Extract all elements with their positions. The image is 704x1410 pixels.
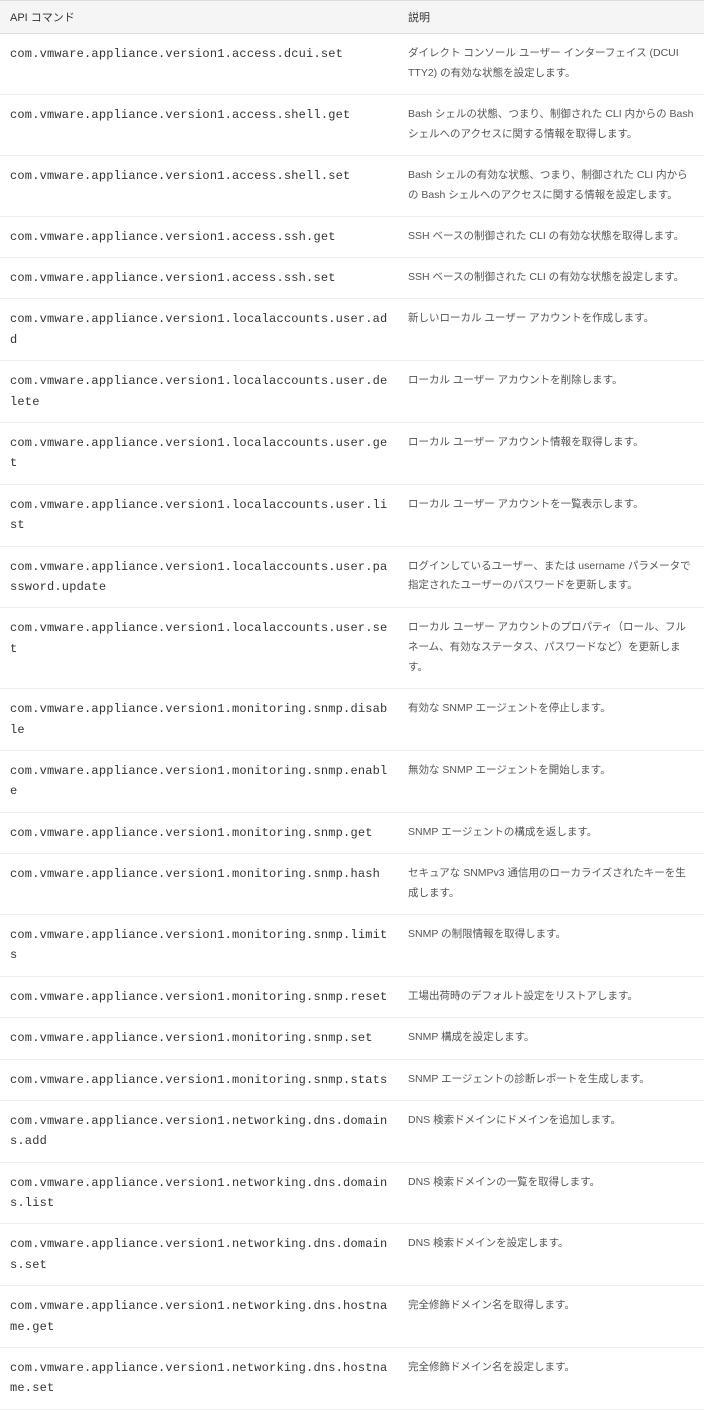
api-command-table: API コマンド 説明 com.vmware.appliance.version… (0, 0, 704, 1410)
command-cell: com.vmware.appliance.version1.monitoring… (0, 914, 398, 976)
description-cell: ローカル ユーザー アカウントを一覧表示します。 (398, 484, 704, 546)
description-cell: Bash シェルの状態、つまり、制御された CLI 内からの Bash シェルへ… (398, 94, 704, 155)
table-row: com.vmware.appliance.version1.monitoring… (0, 854, 704, 915)
command-cell: com.vmware.appliance.version1.monitoring… (0, 689, 398, 751)
command-cell: com.vmware.appliance.version1.monitoring… (0, 812, 398, 853)
command-cell: com.vmware.appliance.version1.localaccou… (0, 546, 398, 608)
description-cell: SNMP の制限情報を取得します。 (398, 914, 704, 976)
description-cell: 有効な SNMP エージェントを停止します。 (398, 689, 704, 751)
description-cell: Bash シェルの有効な状態、つまり、制御された CLI 内からの Bash シ… (398, 155, 704, 216)
table-row: com.vmware.appliance.version1.networking… (0, 1224, 704, 1286)
command-cell: com.vmware.appliance.version1.localaccou… (0, 422, 398, 484)
table-row: com.vmware.appliance.version1.access.she… (0, 94, 704, 155)
command-cell: com.vmware.appliance.version1.networking… (0, 1224, 398, 1286)
command-cell: com.vmware.appliance.version1.access.she… (0, 94, 398, 155)
description-cell: セキュアな SNMPv3 通信用のローカライズされたキーを生成します。 (398, 854, 704, 915)
description-cell: ローカル ユーザー アカウントのプロパティ（ロール、フル ネーム、有効なステータ… (398, 608, 704, 689)
table-row: com.vmware.appliance.version1.networking… (0, 1348, 704, 1410)
table-row: com.vmware.appliance.version1.localaccou… (0, 299, 704, 361)
description-cell: ダイレクト コンソール ユーザー インターフェイス (DCUI TTY2) の有… (398, 34, 704, 95)
table-row: com.vmware.appliance.version1.networking… (0, 1100, 704, 1162)
description-cell: 工場出荷時のデフォルト設定をリストアします。 (398, 976, 704, 1017)
command-cell: com.vmware.appliance.version1.networking… (0, 1162, 398, 1224)
description-cell: 新しいローカル ユーザー アカウントを作成します。 (398, 299, 704, 361)
command-cell: com.vmware.appliance.version1.localaccou… (0, 608, 398, 689)
description-cell: 完全修飾ドメイン名を設定します。 (398, 1348, 704, 1410)
table-row: com.vmware.appliance.version1.localaccou… (0, 546, 704, 608)
table-row: com.vmware.appliance.version1.monitoring… (0, 1059, 704, 1100)
table-row: com.vmware.appliance.version1.localaccou… (0, 361, 704, 423)
table-header-row: API コマンド 説明 (0, 1, 704, 34)
command-cell: com.vmware.appliance.version1.access.ssh… (0, 216, 398, 257)
command-cell: com.vmware.appliance.version1.localaccou… (0, 484, 398, 546)
table-row: com.vmware.appliance.version1.localaccou… (0, 608, 704, 689)
description-cell: ローカル ユーザー アカウント情報を取得します。 (398, 422, 704, 484)
command-cell: com.vmware.appliance.version1.networking… (0, 1100, 398, 1162)
command-cell: com.vmware.appliance.version1.monitoring… (0, 750, 398, 812)
table-row: com.vmware.appliance.version1.access.ssh… (0, 258, 704, 299)
description-cell: SSH ベースの制御された CLI の有効な状態を取得します。 (398, 216, 704, 257)
command-cell: com.vmware.appliance.version1.monitoring… (0, 854, 398, 915)
description-cell: ローカル ユーザー アカウントを削除します。 (398, 361, 704, 423)
table-row: com.vmware.appliance.version1.networking… (0, 1162, 704, 1224)
description-cell: ログインしているユーザー、または username パラメータで指定されたユーザ… (398, 546, 704, 608)
description-cell: DNS 検索ドメインにドメインを追加します。 (398, 1100, 704, 1162)
command-cell: com.vmware.appliance.version1.access.she… (0, 155, 398, 216)
table-row: com.vmware.appliance.version1.networking… (0, 1286, 704, 1348)
table-row: com.vmware.appliance.version1.localaccou… (0, 422, 704, 484)
description-cell: SNMP エージェントの診断レポートを生成します。 (398, 1059, 704, 1100)
table-row: com.vmware.appliance.version1.localaccou… (0, 484, 704, 546)
table-row: com.vmware.appliance.version1.monitoring… (0, 689, 704, 751)
command-cell: com.vmware.appliance.version1.access.dcu… (0, 34, 398, 95)
command-cell: com.vmware.appliance.version1.networking… (0, 1348, 398, 1410)
description-cell: SNMP 構成を設定します。 (398, 1018, 704, 1059)
command-cell: com.vmware.appliance.version1.localaccou… (0, 361, 398, 423)
table-row: com.vmware.appliance.version1.access.she… (0, 155, 704, 216)
command-cell: com.vmware.appliance.version1.monitoring… (0, 1059, 398, 1100)
header-command: API コマンド (0, 1, 398, 34)
table-row: com.vmware.appliance.version1.monitoring… (0, 812, 704, 853)
table-row: com.vmware.appliance.version1.monitoring… (0, 750, 704, 812)
command-cell: com.vmware.appliance.version1.monitoring… (0, 976, 398, 1017)
command-cell: com.vmware.appliance.version1.monitoring… (0, 1018, 398, 1059)
table-row: com.vmware.appliance.version1.access.ssh… (0, 216, 704, 257)
description-cell: 完全修飾ドメイン名を取得します。 (398, 1286, 704, 1348)
table-row: com.vmware.appliance.version1.access.dcu… (0, 34, 704, 95)
command-cell: com.vmware.appliance.version1.networking… (0, 1286, 398, 1348)
command-cell: com.vmware.appliance.version1.access.ssh… (0, 258, 398, 299)
table-row: com.vmware.appliance.version1.monitoring… (0, 914, 704, 976)
description-cell: 無効な SNMP エージェントを開始します。 (398, 750, 704, 812)
description-cell: DNS 検索ドメインを設定します。 (398, 1224, 704, 1286)
description-cell: SSH ベースの制御された CLI の有効な状態を設定します。 (398, 258, 704, 299)
header-description: 説明 (398, 1, 704, 34)
description-cell: SNMP エージェントの構成を返します。 (398, 812, 704, 853)
table-row: com.vmware.appliance.version1.monitoring… (0, 1018, 704, 1059)
description-cell: DNS 検索ドメインの一覧を取得します。 (398, 1162, 704, 1224)
table-row: com.vmware.appliance.version1.monitoring… (0, 976, 704, 1017)
command-cell: com.vmware.appliance.version1.localaccou… (0, 299, 398, 361)
